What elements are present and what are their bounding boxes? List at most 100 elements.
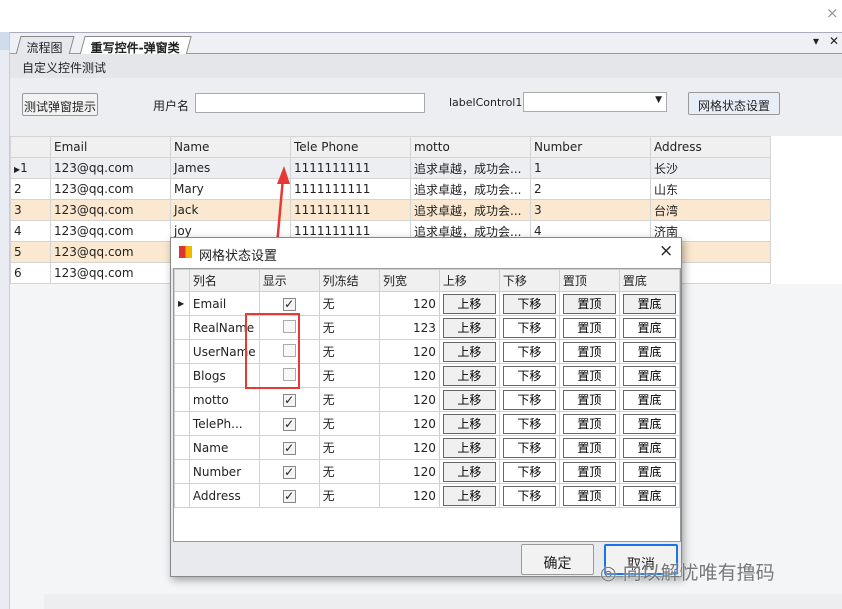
width-cell[interactable]: 120 [378, 363, 440, 388]
move-top-button[interactable]: 置顶 [562, 365, 616, 386]
column-setting-row[interactable]: motto ✓ 无 120 上移 下移 置顶 置底 [174, 387, 681, 412]
col-header[interactable]: 列冻结 [318, 269, 380, 292]
tab-flowchart[interactable]: 流程图 [15, 36, 75, 55]
freeze-cell[interactable]: 无 [318, 435, 380, 460]
cell-motto[interactable]: 追求卓越，成功会... [410, 178, 531, 200]
width-cell[interactable]: 120 [378, 387, 440, 412]
cell-email[interactable]: 123@qq.com [50, 157, 171, 179]
tab-dropdown-icon[interactable]: ▾ [813, 34, 819, 48]
visible-checkbox[interactable]: ✓ [258, 459, 320, 484]
move-down-button[interactable]: 下移 [502, 293, 556, 314]
column-setting-row[interactable]: Name ✓ 无 120 上移 下移 置顶 置底 [174, 435, 681, 460]
move-top-button[interactable]: 置顶 [562, 389, 616, 410]
row-header[interactable] [174, 411, 190, 436]
row-header[interactable]: 6 [10, 262, 51, 284]
row-header[interactable]: 2 [10, 178, 51, 200]
move-down-button[interactable]: 下移 [502, 485, 556, 506]
move-top-button[interactable]: 置顶 [562, 293, 616, 314]
move-top-button[interactable]: 置顶 [562, 341, 616, 362]
cell-phone[interactable]: 1111111111 [290, 157, 411, 179]
checkmark-icon[interactable]: ✓ [282, 417, 296, 431]
cell-email[interactable]: 123@qq.com [50, 178, 171, 200]
move-bottom-button[interactable]: 置底 [622, 389, 676, 410]
row-header[interactable] [174, 435, 190, 460]
col-header[interactable]: 置顶 [558, 269, 620, 292]
col-header[interactable]: 显示 [258, 269, 320, 292]
move-down-button[interactable]: 下移 [502, 461, 556, 482]
cell-email[interactable]: 123@qq.com [50, 199, 171, 221]
row-header[interactable] [174, 339, 190, 364]
move-top-button[interactable]: 置顶 [562, 437, 616, 458]
test-popup-button[interactable]: 测试弹窗提示 [22, 93, 98, 116]
visible-checkbox[interactable]: ✓ [258, 387, 320, 412]
tab-rewrite-controls[interactable]: 重写控件-弹窗类 [79, 36, 192, 56]
table-row[interactable]: 2 123@qq.com Mary 1111111111 追求卓越，成功会... 2 山东 [10, 178, 771, 200]
col-header-motto[interactable]: motto [410, 136, 531, 158]
freeze-cell[interactable]: 无 [318, 363, 380, 388]
visible-checkbox[interactable]: ✓ [258, 411, 320, 436]
width-cell[interactable]: 120 [378, 435, 440, 460]
col-header[interactable]: 上移 [438, 269, 500, 292]
ok-button[interactable]: 确定 [521, 544, 594, 575]
move-down-button[interactable]: 下移 [502, 389, 556, 410]
checkmark-icon[interactable]: ✓ [282, 297, 296, 311]
move-top-button[interactable]: 置顶 [562, 413, 616, 434]
col-header-phone[interactable]: Tele Phone [290, 136, 411, 158]
move-top-button[interactable]: 置顶 [562, 461, 616, 482]
col-header-address[interactable]: Address [650, 136, 771, 158]
visible-checkbox[interactable]: ✓ [258, 435, 320, 460]
col-header[interactable]: 列宽 [378, 269, 440, 292]
grid-settings-button[interactable]: 网格状态设置 [688, 92, 780, 115]
row-header[interactable] [174, 459, 190, 484]
move-bottom-button[interactable]: 置底 [622, 341, 676, 362]
move-up-button[interactable]: 上移 [442, 389, 496, 410]
checkmark-icon[interactable]: ✓ [282, 393, 296, 407]
cell-email[interactable]: 123@qq.com [50, 262, 171, 284]
move-bottom-button[interactable]: 置底 [622, 365, 676, 386]
move-down-button[interactable]: 下移 [502, 437, 556, 458]
checkmark-icon[interactable]: ✓ [282, 489, 296, 503]
freeze-cell[interactable]: 无 [318, 315, 380, 340]
move-up-button[interactable]: 上移 [442, 413, 496, 434]
cell-address[interactable]: 山东 [650, 178, 771, 200]
move-up-button[interactable]: 上移 [442, 293, 496, 314]
move-top-button[interactable]: 置顶 [562, 485, 616, 506]
col-header-number[interactable]: Number [530, 136, 651, 158]
table-row[interactable]: 3 123@qq.com Jack 1111111111 追求卓越，成功会... 3 台湾 [10, 199, 771, 221]
move-up-button[interactable]: 上移 [442, 317, 496, 338]
cell-motto[interactable]: 追求卓越，成功会... [410, 199, 531, 221]
move-bottom-button[interactable]: 置底 [622, 293, 676, 314]
freeze-cell[interactable]: 无 [318, 339, 380, 364]
width-cell[interactable]: 120 [378, 459, 440, 484]
move-bottom-button[interactable]: 置底 [622, 461, 676, 482]
move-down-button[interactable]: 下移 [502, 365, 556, 386]
col-header-name[interactable]: Name [170, 136, 291, 158]
move-up-button[interactable]: 上移 [442, 365, 496, 386]
move-bottom-button[interactable]: 置底 [622, 413, 676, 434]
visible-checkbox[interactable]: ✓ [258, 291, 320, 316]
move-up-button[interactable]: 上移 [442, 485, 496, 506]
move-top-button[interactable]: 置顶 [562, 317, 616, 338]
row-header[interactable] [174, 483, 190, 508]
row-header[interactable]: 4 [10, 220, 51, 242]
row-header[interactable] [174, 315, 190, 340]
move-down-button[interactable]: 下移 [502, 341, 556, 362]
username-input[interactable] [195, 93, 425, 113]
window-close-icon[interactable]: × [826, 4, 839, 22]
row-header[interactable]: 5 [10, 241, 51, 263]
cell-email[interactable]: 123@qq.com [50, 241, 171, 263]
col-header-email[interactable]: Email [50, 136, 171, 158]
width-cell[interactable]: 120 [378, 339, 440, 364]
cell-address[interactable]: 台湾 [650, 199, 771, 221]
table-row[interactable]: ▶1 123@qq.com James 1111111111 追求卓越，成功会... 1 长… [10, 157, 771, 179]
dialog-close-icon[interactable]: × [659, 241, 673, 261]
width-cell[interactable]: 120 [378, 483, 440, 508]
col-header[interactable]: 列名 [188, 269, 260, 292]
move-down-button[interactable]: 下移 [502, 413, 556, 434]
freeze-cell[interactable]: 无 [318, 459, 380, 484]
column-setting-row[interactable]: Address ✓ 无 120 上移 下移 置顶 置底 [174, 483, 681, 508]
checkmark-icon[interactable]: ✓ [282, 465, 296, 479]
label-control-combo[interactable]: ▼ [523, 92, 667, 112]
width-cell[interactable]: 123 [378, 315, 440, 340]
move-up-button[interactable]: 上移 [442, 461, 496, 482]
